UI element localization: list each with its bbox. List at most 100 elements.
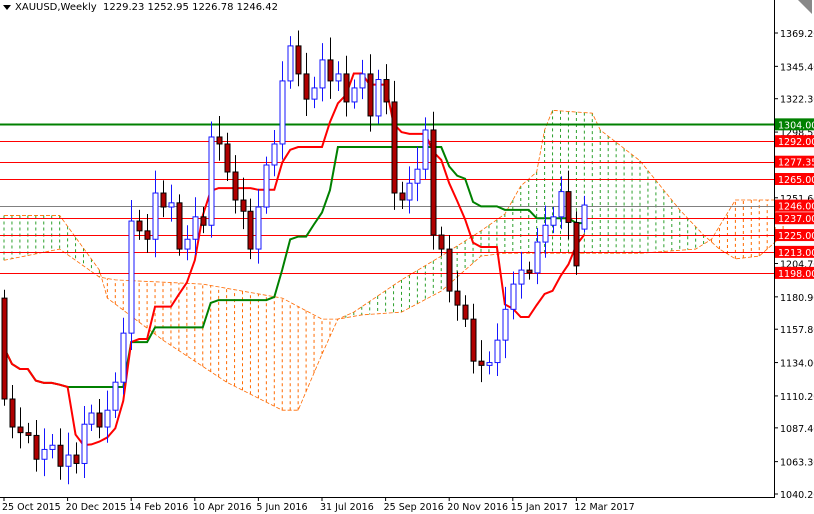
candle-body [526,269,533,274]
candle-body [295,45,302,75]
candle-body [565,191,572,223]
bear-candle [430,111,437,250]
time-tick-label: 14 Feb 2016 [129,502,188,513]
candle-body [311,87,318,100]
bull-candle [152,170,159,258]
bull-candle [550,207,557,234]
time-tick-label: 15 Jan 2017 [511,502,568,513]
candle-body [240,199,247,212]
bull-candle [41,428,48,477]
bull-candle [518,251,525,299]
bear-candle [478,340,485,383]
price-tick-label: 1157.80 [780,325,814,336]
candle-body [57,444,64,467]
candle-body [144,230,151,240]
level-price-label: 1198.00 [778,269,814,280]
bull-candle [494,323,501,377]
time-tick-label: 25 Oct 2015 [2,502,61,513]
bull-candle [208,121,215,238]
candle-body [335,73,342,82]
bear-candle [9,384,16,439]
dropdown-triangle-icon[interactable] [3,4,11,10]
candle-body [550,216,557,226]
bull-candle [279,61,286,160]
time-tick-label: 12 Mar 2017 [574,502,634,513]
bear-candle [232,155,239,214]
time-tick-label: 25 Sep 2016 [384,502,444,513]
candle-body [9,398,16,428]
bull-candle [359,59,366,100]
bull-candle [184,225,191,261]
bear-candle [399,181,406,209]
candle-body [343,73,350,103]
time-tick-label: 10 Apr 2016 [193,502,252,513]
candle-body [558,191,565,218]
candle-body [168,202,175,208]
bull-candle [486,351,493,375]
bear-candle [96,398,103,439]
candle-body [73,454,80,464]
price-tick-label: 1134.00 [780,359,814,370]
bear-candle [573,211,580,275]
bear-candle [176,194,183,256]
bull-candle [414,146,421,202]
candle-body [136,220,143,232]
bull-candle [112,372,119,419]
bear-candle [470,303,477,374]
level-price-label: 1292.00 [778,137,814,148]
bear-candle [343,55,350,117]
candle-body [430,129,437,236]
bear-candle [295,30,302,87]
price-chart[interactable]: 1369.201345.401322.301298.501251.601204.… [0,0,814,514]
chart-corner-icon [798,0,812,14]
candle-body [41,448,48,460]
chart-header: XAUUSD,Weekly 1229.23 1252.95 1226.78 12… [3,2,278,13]
bear-candle [383,64,390,115]
candle-body [17,426,24,434]
price-tick-label: 1345.40 [780,62,814,73]
candle-body [375,79,382,117]
bear-candle [73,442,80,474]
bull-candle [558,176,565,230]
bear-candle [367,54,374,132]
candle-body [383,79,390,103]
candle-body [518,269,525,285]
candle-body [581,204,588,230]
bear-candle [57,428,64,480]
candle-body [573,221,580,267]
bear-candle [303,52,310,116]
bull-candle [351,79,358,109]
price-tick-label: 1369.20 [780,29,814,40]
candle-body [287,45,294,82]
candle-body [462,304,469,320]
bull-candle [128,200,135,350]
bull-candle [335,61,342,92]
symbol-label: XAUUSD,Weekly [15,2,97,13]
candle-body [319,59,326,89]
bull-candle [311,76,318,109]
bear-candle [25,422,32,444]
candle-body [327,59,334,82]
level-price-label: 1277.35 [778,158,814,169]
candle-body [128,220,135,334]
bull-candle [49,434,56,459]
candle-body [88,412,95,425]
candle-body [255,206,262,250]
price-tick-label: 1180.90 [780,293,814,304]
bear-candle [391,80,398,210]
price-tick-label: 1063.30 [780,458,814,469]
level-price-label: 1225.00 [778,231,814,242]
candle-body [33,434,40,460]
candle-body [414,168,421,184]
candle-body [247,210,254,250]
bull-candle [88,404,95,431]
bull-candle [422,117,429,180]
price-axis: 1369.201345.401322.301298.501251.601204.… [774,29,814,501]
candle-body [399,192,406,201]
candle-body [160,192,167,208]
level-price-label: 1246.00 [778,202,814,213]
candle-body [271,143,278,166]
candle-body [65,454,72,467]
candle-body [502,308,509,341]
time-tick-label: 20 Dec 2015 [66,502,127,513]
